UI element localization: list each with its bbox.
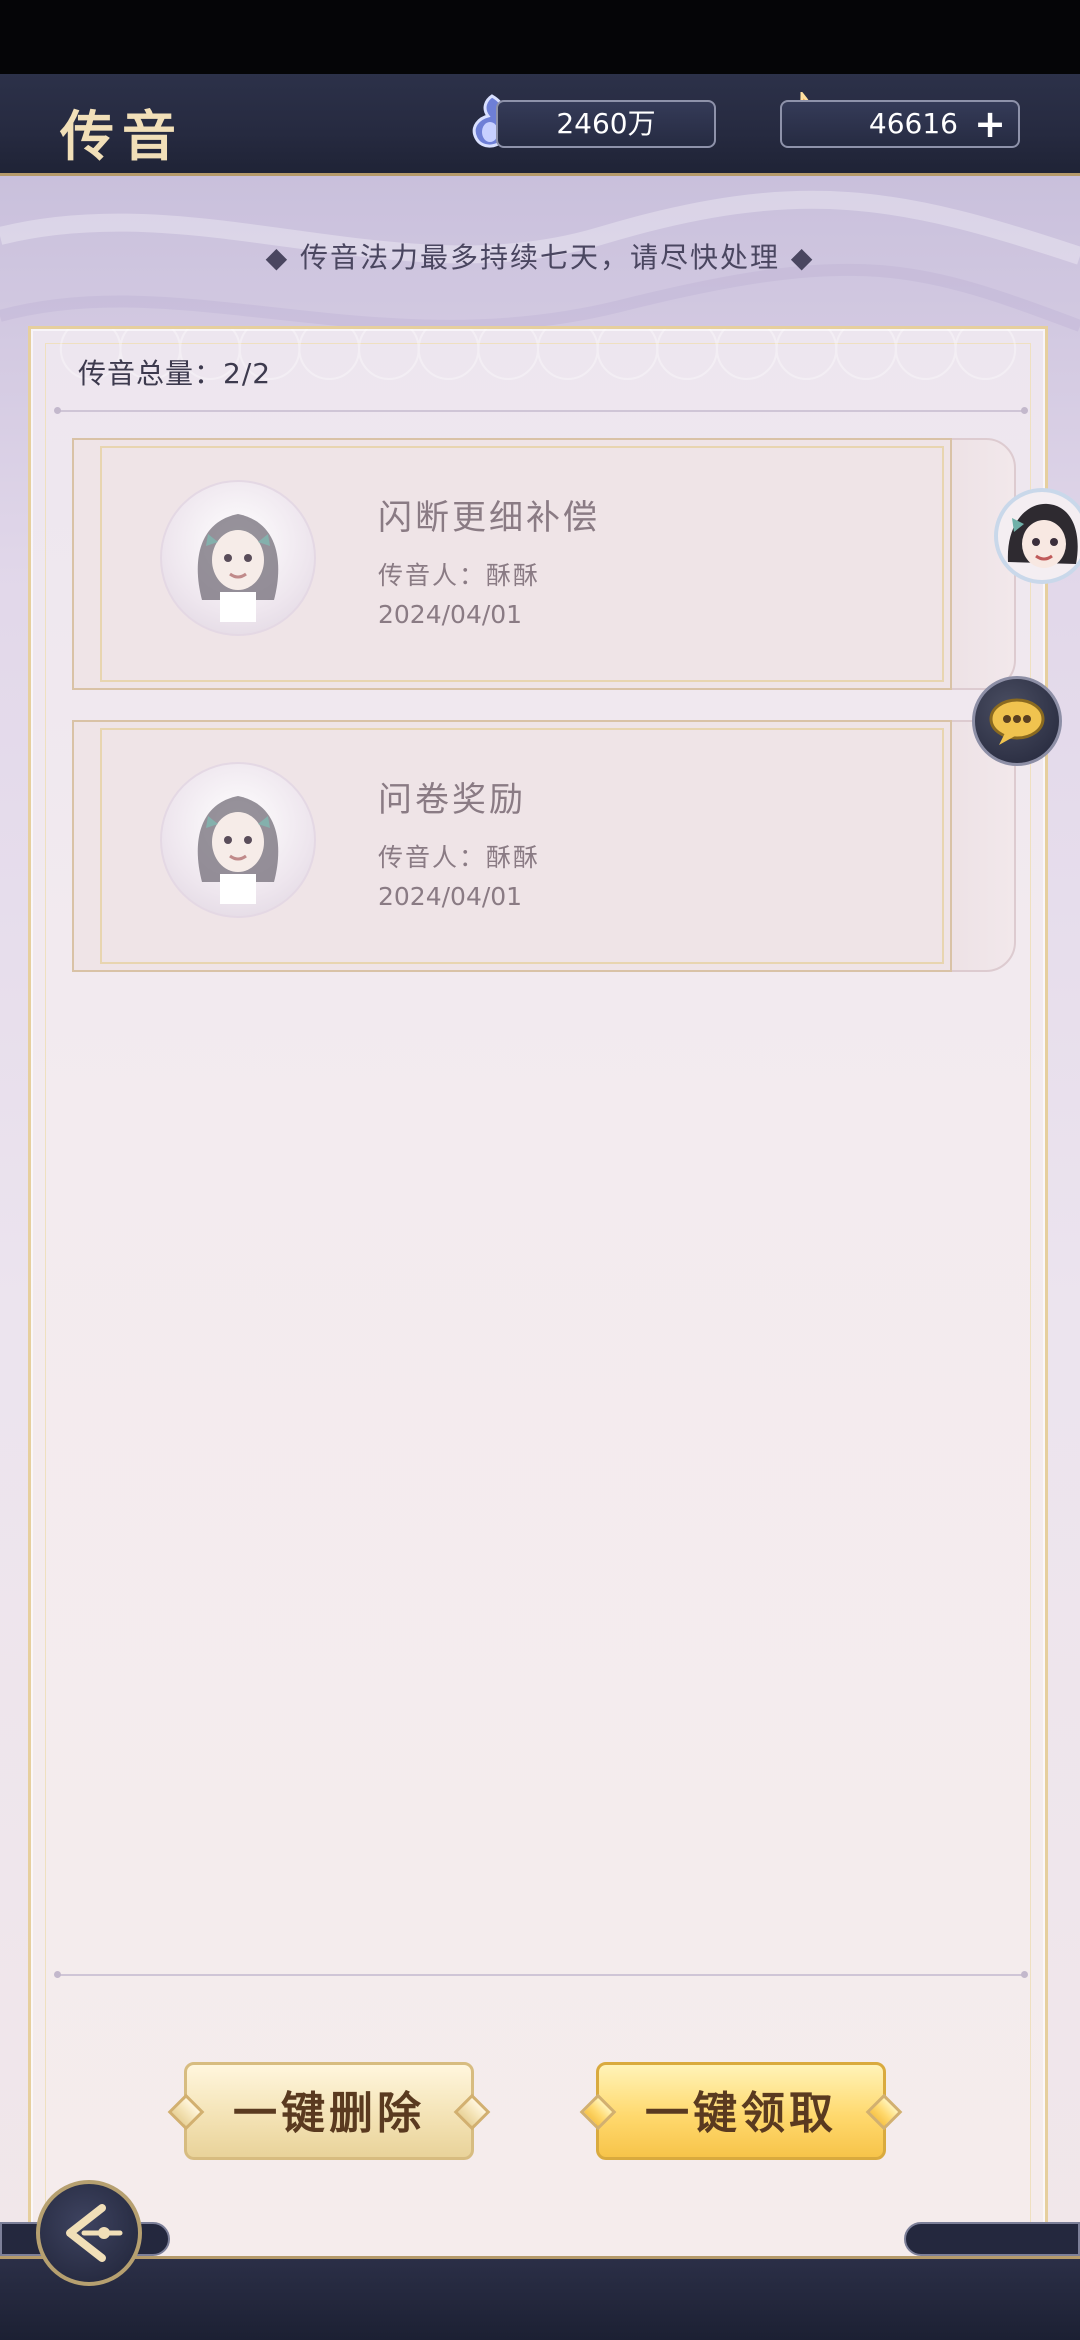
back-arrow-icon (66, 2204, 123, 2262)
page-title: 传音 (60, 104, 184, 168)
mail-date: 2024/04/01 (378, 600, 523, 629)
notice-text: ◆ 传音法力最多持续七天，请尽快处理 ◆ (265, 241, 815, 274)
mail-sender: 传音人：酥酥 (378, 561, 541, 590)
top-divider (54, 407, 1028, 414)
girl-portrait-icon (160, 762, 316, 918)
mail-total-count: 传音总量：2/2 (78, 357, 272, 390)
mail-title: 闪断更细补偿 (378, 498, 600, 538)
currency-display-2: 46616 + (780, 100, 1020, 148)
mail-sender: 传音人：酥酥 (378, 843, 541, 872)
currency-display-1: 2460万 (496, 100, 716, 148)
delete-all-button[interactable]: 一键删除 (184, 2062, 474, 2160)
currency-1-value: 2460万 (556, 107, 656, 140)
claim-all-button[interactable]: 一键领取 (596, 2062, 886, 2160)
chat-bubble-icon[interactable] (972, 676, 1062, 766)
mail-item[interactable]: 闪断更细补偿 传音人：酥酥 2024/04/01 (72, 438, 1016, 690)
mail-title: 问卷奖励 (378, 780, 526, 820)
back-button[interactable] (36, 2180, 142, 2286)
girl-portrait-icon (160, 480, 316, 636)
add-currency-button[interactable]: + (974, 102, 1006, 146)
character-avatar-icon[interactable] (994, 488, 1080, 584)
status-bar (0, 0, 1080, 74)
bottom-bar (0, 2256, 1080, 2340)
currency-2-value: 46616 (868, 107, 958, 140)
mail-date: 2024/04/01 (378, 882, 523, 911)
bottom-right-decoration (904, 2222, 1080, 2256)
bottom-divider (54, 1971, 1028, 1978)
mail-item[interactable]: 问卷奖励 传音人：酥酥 2024/04/01 (72, 720, 1016, 972)
top-bar: 传音 2460万 46616 + (0, 74, 1080, 176)
